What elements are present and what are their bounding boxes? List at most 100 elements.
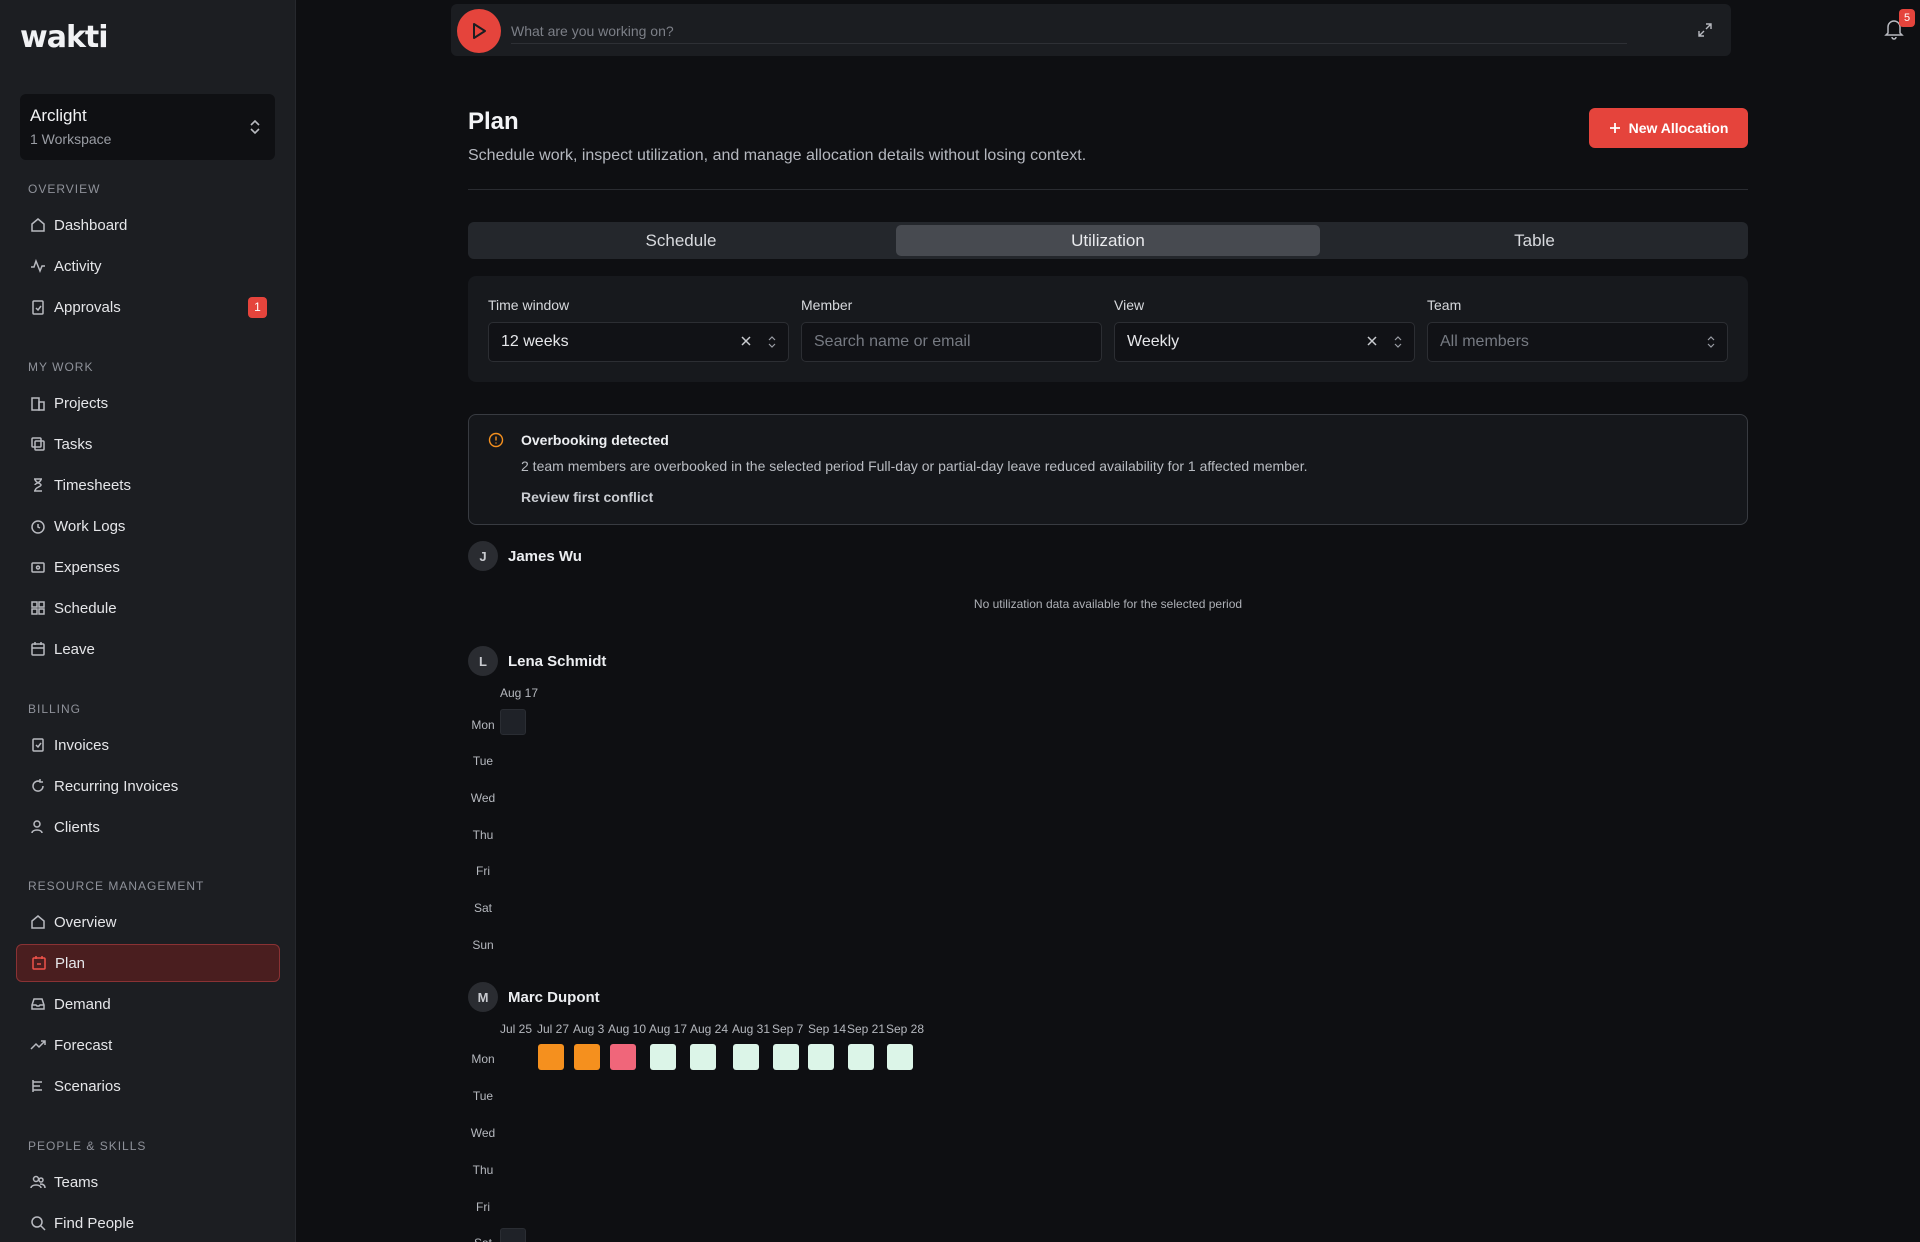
new-allocation-label: New Allocation <box>1628 120 1729 136</box>
sidebar-item-label: Scenarios <box>54 1077 121 1095</box>
member-search-field[interactable] <box>801 322 1102 362</box>
chevron-updown-icon <box>250 119 260 135</box>
heatmap-cell[interactable] <box>650 1044 676 1070</box>
workspace-switcher[interactable]: Arclight 1 Workspace <box>20 94 275 160</box>
sidebar-item-overview[interactable]: Overview <box>16 903 280 941</box>
heatmap-cell[interactable] <box>848 1044 874 1070</box>
hourglass-icon <box>34 478 42 492</box>
branch-icon <box>32 1080 42 1092</box>
sidebar-item-label: Clients <box>54 818 100 836</box>
sidebar-item-label: Tasks <box>54 435 93 453</box>
approvals-badge: 1 <box>248 297 267 318</box>
sidebar-item-schedule[interactable]: Schedule <box>16 589 280 627</box>
new-allocation-button[interactable]: New Allocation <box>1589 108 1748 148</box>
avatar: L <box>468 646 498 676</box>
tab-utilization[interactable]: Utilization <box>896 225 1320 256</box>
sidebar-item-clients[interactable]: Clients <box>16 808 280 846</box>
empty-state-message: No utilization data available for the se… <box>973 597 1243 611</box>
search-icon <box>31 1216 46 1231</box>
app-logo[interactable]: wakti <box>20 20 109 55</box>
day-label: Mon <box>471 1052 495 1066</box>
heatmap-cell[interactable] <box>690 1044 716 1070</box>
day-label: Sat <box>473 901 492 915</box>
sidebar-item-label: Invoices <box>54 736 110 754</box>
time-window-label: Time window <box>488 297 570 313</box>
sidebar-item-label: Timesheets <box>54 476 131 494</box>
activity-icon <box>31 258 45 274</box>
sidebar-item-invoices[interactable]: Invoices <box>16 726 280 764</box>
start-timer-button[interactable] <box>457 9 501 53</box>
grid-icon <box>31 601 45 615</box>
clear-icon[interactable] <box>740 335 752 347</box>
filters-panel: Time window 12 weeks Member View Weekly … <box>468 276 1748 382</box>
notification-badge: 5 <box>1899 9 1915 27</box>
clock-icon <box>31 520 45 534</box>
alert-title: Overbooking detected <box>521 432 669 448</box>
tasks-icon <box>31 437 45 451</box>
sidebar-item-work-logs[interactable]: Work Logs <box>16 507 280 545</box>
member-name[interactable]: James Wu <box>508 548 582 565</box>
heatmap-cell[interactable] <box>773 1044 799 1070</box>
sidebar-item-label: Recurring Invoices <box>54 777 179 795</box>
week-label: Aug 31 <box>732 1022 771 1036</box>
member-header-james: J James Wu <box>468 541 582 571</box>
week-label: Aug 10 <box>608 1022 647 1036</box>
member-header-lena: L Lena Schmidt <box>468 646 606 676</box>
sidebar-item-find-people[interactable]: Find People <box>16 1204 280 1242</box>
sidebar-item-expenses[interactable]: Expenses <box>16 548 280 586</box>
heatmap-cell-overbooked[interactable] <box>538 1044 564 1070</box>
sidebar-item-leave[interactable]: Leave <box>16 630 280 668</box>
view-select[interactable]: Weekly <box>1114 322 1415 362</box>
day-label: Mon <box>471 718 495 732</box>
heatmap-cell-critical[interactable] <box>610 1044 636 1070</box>
sidebar-item-plan[interactable]: Plan <box>16 944 280 982</box>
workspace-name: Arclight <box>30 106 87 125</box>
week-label: Aug 24 <box>690 1022 729 1036</box>
heatmap-cell[interactable] <box>500 1228 526 1242</box>
tab-table[interactable]: Table <box>1324 225 1745 256</box>
review-conflict-link[interactable]: Review first conflict <box>521 489 653 505</box>
time-window-select[interactable]: 12 weeks <box>488 322 789 362</box>
sidebar-item-scenarios[interactable]: Scenarios <box>16 1067 280 1105</box>
trending-up-icon <box>30 1040 46 1050</box>
warning-circle-icon <box>488 432 504 448</box>
team-placeholder: All members <box>1440 333 1529 350</box>
sidebar-item-dashboard[interactable]: Dashboard <box>16 206 280 244</box>
sidebar-item-demand[interactable]: Demand <box>16 985 280 1023</box>
sidebar-item-tasks[interactable]: Tasks <box>16 425 280 463</box>
heatmap-cell[interactable] <box>808 1044 834 1070</box>
heatmap-cell-overbooked[interactable] <box>574 1044 600 1070</box>
member-name[interactable]: Lena Schmidt <box>508 653 606 670</box>
clear-icon[interactable] <box>1366 335 1378 347</box>
workspace-count: 1 Workspace <box>30 131 112 147</box>
sidebar-item-approvals[interactable]: Approvals 1 <box>16 288 280 326</box>
expand-icon[interactable] <box>1697 22 1713 38</box>
week-label: Sep 14 <box>808 1022 847 1036</box>
clipboard-check-icon <box>32 300 44 315</box>
heatmap-cell[interactable] <box>733 1044 759 1070</box>
task-description-input[interactable] <box>511 18 1627 44</box>
sidebar-item-forecast[interactable]: Forecast <box>16 1026 280 1064</box>
sidebar-item-label: Dashboard <box>54 216 128 234</box>
week-label: Sep 7 <box>772 1022 804 1036</box>
sidebar-item-teams[interactable]: Teams <box>16 1163 280 1201</box>
sidebar-item-label: Teams <box>54 1173 99 1191</box>
sidebar-item-recurring-invoices[interactable]: Recurring Invoices <box>16 767 280 805</box>
day-label: Thu <box>472 828 494 842</box>
week-label: Jul 27 <box>537 1022 570 1036</box>
sidebar-item-timesheets[interactable]: Timesheets <box>16 466 280 504</box>
section-people-skills: PEOPLE & SKILLS <box>28 1139 147 1153</box>
sidebar-item-projects[interactable]: Projects <box>16 384 280 422</box>
sidebar-item-label: Approvals <box>54 298 121 316</box>
sidebar-item-activity[interactable]: Activity <box>16 247 280 285</box>
team-select[interactable]: All members <box>1427 322 1728 362</box>
heatmap-cell[interactable] <box>887 1044 913 1070</box>
day-label: Tue <box>472 754 494 768</box>
heatmap-cell[interactable] <box>500 709 526 735</box>
member-search-input[interactable] <box>814 333 1089 351</box>
tab-schedule[interactable]: Schedule <box>471 225 891 256</box>
view-label: View <box>1114 297 1145 313</box>
member-name[interactable]: Marc Dupont <box>508 989 600 1006</box>
header-divider <box>468 189 1748 190</box>
view-value: Weekly <box>1127 333 1180 350</box>
